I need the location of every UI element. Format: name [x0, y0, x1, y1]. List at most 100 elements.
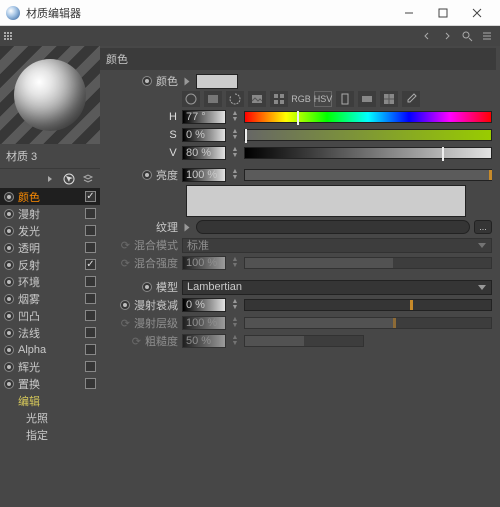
- color-mixer-icon[interactable]: [358, 91, 376, 107]
- color-expand-icon[interactable]: [185, 76, 190, 86]
- channel-list: 颜色 漫射 发光 透明 反射 环境 烟雾 凹凸 法线 Alpha 辉光 置换 编…: [0, 188, 100, 443]
- color-eyedropper-icon[interactable]: [402, 91, 420, 107]
- hue-spinner[interactable]: ▲▼: [230, 111, 240, 123]
- color-wheel-icon[interactable]: [182, 91, 200, 107]
- preview-sphere: [14, 59, 86, 131]
- row-brightness: 亮度 100 % ▲▼: [100, 166, 496, 184]
- color-swatch-icon[interactable]: [270, 91, 288, 107]
- row-color: 颜色: [100, 72, 496, 90]
- section-color-header: 颜色: [100, 48, 496, 70]
- texture-menu-icon[interactable]: [185, 222, 190, 232]
- row-roughness: ⟳ 粗糙度 50 % ▲▼: [100, 332, 496, 350]
- diffuse-level-anim-icon: ⟳: [121, 317, 130, 330]
- channel-bump[interactable]: 凹凸: [0, 307, 100, 324]
- model-toggle[interactable]: [142, 282, 152, 292]
- channel-editor[interactable]: 编辑: [0, 392, 100, 409]
- color-toggle[interactable]: [142, 76, 152, 86]
- diffuse-falloff-spinner[interactable]: ▲▼: [230, 299, 240, 311]
- row-sat: S 0 % ▲▼: [100, 126, 496, 144]
- channel-illumination[interactable]: 光照: [0, 409, 100, 426]
- color-loading-icon[interactable]: [226, 91, 244, 107]
- toolbar-menu-icon[interactable]: [478, 28, 496, 44]
- roughness-label: 粗糙度: [145, 333, 178, 349]
- grip-icon[interactable]: [4, 32, 12, 40]
- maximize-button[interactable]: [426, 0, 460, 25]
- row-diffuse-falloff: 漫射衰减 0 % ▲▼: [100, 296, 496, 314]
- row-blend-strength: ⟳混合强度 100 % ▲▼: [100, 254, 496, 272]
- main-area: 材质 3 颜色 漫射 发光 透明 反射 环境 烟雾 凹凸 法线 Alpha 辉光…: [0, 46, 500, 507]
- minimize-button[interactable]: [392, 0, 426, 25]
- roughness-field[interactable]: 50 %: [182, 334, 226, 348]
- color-spectrum-icon[interactable]: [204, 91, 222, 107]
- texture-label: 纹理: [156, 219, 178, 235]
- channel-fog[interactable]: 烟雾: [0, 290, 100, 307]
- sat-spinner[interactable]: ▲▼: [230, 129, 240, 141]
- channel-color[interactable]: 颜色: [0, 188, 100, 205]
- toolbar-nav-left-icon[interactable]: [418, 28, 436, 44]
- channel-diffuse[interactable]: 漫射: [0, 205, 100, 222]
- val-spinner[interactable]: ▲▼: [230, 147, 240, 159]
- color-kelvin-icon[interactable]: [336, 91, 354, 107]
- sidebar: 材质 3 颜色 漫射 发光 透明 反射 环境 烟雾 凹凸 法线 Alpha 辉光…: [0, 46, 100, 507]
- model-combo[interactable]: Lambertian: [182, 280, 492, 295]
- material-preview[interactable]: [0, 46, 100, 144]
- channel-assignment[interactable]: 指定: [0, 426, 100, 443]
- brightness-spinner[interactable]: ▲▼: [230, 169, 240, 181]
- roughness-slider[interactable]: [244, 335, 364, 347]
- roughness-anim-icon: ⟳: [132, 335, 141, 348]
- blend-mode-combo[interactable]: 标准: [182, 238, 492, 253]
- channel-alpha[interactable]: Alpha: [0, 341, 100, 358]
- blend-strength-field[interactable]: 100 %: [182, 256, 226, 270]
- sat-slider[interactable]: [244, 129, 492, 141]
- color-label: 颜色: [156, 73, 178, 89]
- diffuse-level-spinner[interactable]: ▲▼: [230, 317, 240, 329]
- color-swatches-icon[interactable]: [380, 91, 398, 107]
- channel-displacement[interactable]: 置换: [0, 375, 100, 392]
- row-texture: 纹理 ...: [100, 218, 496, 236]
- toolbar-nav-right-icon[interactable]: [438, 28, 456, 44]
- texture-browse-button[interactable]: ...: [474, 220, 492, 234]
- channel-environment[interactable]: 环境: [0, 273, 100, 290]
- window-title: 材质编辑器: [26, 5, 392, 21]
- row-blend-mode: ⟳ 混合模式 标准: [100, 236, 496, 254]
- row-result: [100, 184, 496, 218]
- diffuse-level-field[interactable]: 100 %: [182, 316, 226, 330]
- app-icon: [6, 6, 20, 20]
- diffuse-level-slider[interactable]: [244, 317, 492, 329]
- channel-reflection[interactable]: 反射: [0, 256, 100, 273]
- hue-slider[interactable]: [244, 111, 492, 123]
- blend-mode-label: 混合模式: [134, 237, 178, 253]
- color-swatch[interactable]: [196, 74, 238, 89]
- layers-icon[interactable]: [80, 171, 96, 187]
- material-name[interactable]: 材质 3: [0, 144, 100, 168]
- diffuse-falloff-label: 漫射衰减: [134, 297, 178, 313]
- channel-glow[interactable]: 辉光: [0, 358, 100, 375]
- titlebar: 材质编辑器: [0, 0, 500, 26]
- arrow-right-icon[interactable]: [42, 171, 58, 187]
- texture-field[interactable]: [196, 220, 470, 234]
- toolbar-search-icon[interactable]: [458, 28, 476, 44]
- diffuse-falloff-toggle[interactable]: [120, 300, 130, 310]
- brightness-field[interactable]: 100 %: [182, 168, 226, 182]
- hue-field[interactable]: 77 °: [182, 110, 226, 124]
- color-hsv-icon[interactable]: HSV: [314, 91, 332, 107]
- color-image-icon[interactable]: [248, 91, 266, 107]
- roughness-spinner[interactable]: ▲▼: [230, 335, 240, 347]
- cursor-icon[interactable]: [61, 171, 77, 187]
- preview-toolbar: [0, 168, 100, 188]
- diffuse-falloff-slider[interactable]: [244, 299, 492, 311]
- val-field[interactable]: 80 %: [182, 146, 226, 160]
- blend-strength-slider[interactable]: [244, 257, 492, 269]
- blend-strength-spinner[interactable]: ▲▼: [230, 257, 240, 269]
- val-slider[interactable]: [244, 147, 492, 159]
- diffuse-falloff-field[interactable]: 0 %: [182, 298, 226, 312]
- blend-mode-anim-icon: ⟳: [121, 239, 130, 252]
- brightness-slider[interactable]: [244, 169, 492, 181]
- color-rgb-icon[interactable]: RGB: [292, 91, 310, 107]
- channel-transparency[interactable]: 透明: [0, 239, 100, 256]
- close-button[interactable]: [460, 0, 494, 25]
- channel-normal[interactable]: 法线: [0, 324, 100, 341]
- channel-luminance[interactable]: 发光: [0, 222, 100, 239]
- brightness-toggle[interactable]: [142, 170, 152, 180]
- sat-field[interactable]: 0 %: [182, 128, 226, 142]
